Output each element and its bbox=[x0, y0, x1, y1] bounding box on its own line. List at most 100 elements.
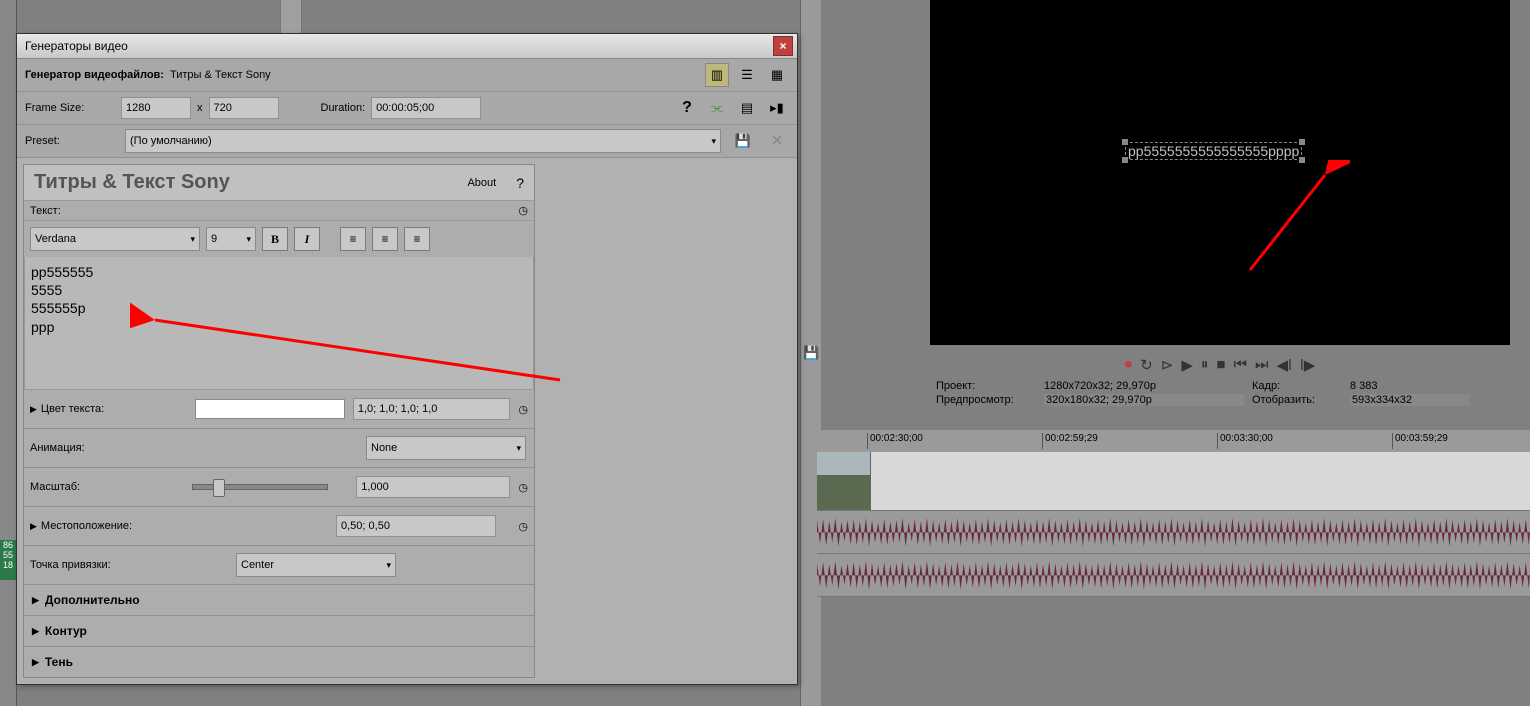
next-icon[interactable]: ⏭ bbox=[1255, 356, 1269, 374]
animation-dropdown[interactable]: None bbox=[366, 436, 526, 460]
audio-track-2[interactable] bbox=[817, 554, 1530, 597]
left-edge-strip: 865518 bbox=[0, 0, 17, 706]
anim-label: Анимация: bbox=[30, 442, 85, 454]
timeline bbox=[817, 452, 1530, 597]
preview-title-text[interactable]: pp5555555555555555pppp bbox=[1125, 142, 1302, 160]
extra-section[interactable]: ▶Дополнительно bbox=[24, 584, 534, 615]
color-label: Цвет текста: bbox=[41, 403, 104, 415]
resize-handle[interactable] bbox=[1122, 139, 1128, 145]
duration-label: Duration: bbox=[321, 102, 366, 114]
view-mode-2-icon[interactable]: ☰ bbox=[735, 63, 759, 87]
step-fwd-icon[interactable]: ǀ▶ bbox=[1300, 356, 1315, 374]
waveform bbox=[817, 558, 1530, 593]
italic-button[interactable]: I bbox=[294, 227, 320, 251]
resize-handle[interactable] bbox=[1299, 157, 1305, 163]
font-size-dropdown[interactable]: 9 bbox=[206, 227, 256, 251]
font-dropdown[interactable]: Verdana bbox=[30, 227, 200, 251]
dialog-title: Генераторы видео bbox=[25, 39, 773, 53]
color-value-input[interactable] bbox=[353, 398, 511, 420]
text-input-area[interactable]: pp555555 5555 555555p ppp bbox=[24, 257, 534, 390]
expand-icon[interactable]: ▶ bbox=[30, 521, 37, 532]
location-value-input[interactable] bbox=[336, 515, 496, 537]
align-center-icon[interactable]: ≡ bbox=[372, 227, 398, 251]
help-icon[interactable]: ? bbox=[675, 96, 699, 120]
view-mode-1-icon[interactable]: ▥ bbox=[705, 63, 729, 87]
scale-row: Масштаб: ◷ bbox=[24, 468, 534, 507]
panel-help-icon[interactable]: ? bbox=[516, 175, 524, 191]
color-swatch[interactable] bbox=[195, 399, 345, 419]
title-text-panel: Титры & Текст Sony About ? Текст: ◷ Verd… bbox=[23, 164, 535, 678]
frame-value: 8 383 bbox=[1350, 380, 1470, 392]
close-icon[interactable]: × bbox=[773, 36, 793, 56]
video-generator-dialog: Генераторы видео × Генератор видеофайлов… bbox=[16, 33, 798, 685]
resize-handle[interactable] bbox=[1299, 139, 1305, 145]
save-preset-icon[interactable]: 💾 bbox=[731, 129, 755, 153]
text-section-header: Текст: ◷ bbox=[24, 201, 534, 221]
frame-size-label: Frame Size: bbox=[25, 102, 115, 114]
video-track[interactable] bbox=[817, 452, 1530, 511]
height-input[interactable] bbox=[209, 97, 279, 119]
slider-thumb[interactable] bbox=[213, 479, 225, 497]
frame-label: Кадр: bbox=[1252, 380, 1342, 392]
align-right-icon[interactable]: ≡ bbox=[404, 227, 430, 251]
chain-icon[interactable]: ⫘ bbox=[705, 96, 729, 120]
step-back-icon[interactable]: ◀ǀ bbox=[1276, 356, 1291, 374]
panel-header: Титры & Текст Sony About ? bbox=[24, 165, 534, 201]
scale-value-input[interactable] bbox=[356, 476, 510, 498]
preset-dropdown[interactable]: (По умолчанию) bbox=[125, 129, 721, 153]
tool-icon-2[interactable]: ▸▮ bbox=[765, 96, 789, 120]
keyframe-icon[interactable]: ◷ bbox=[518, 520, 528, 533]
panel-title: Титры & Текст Sony bbox=[34, 171, 467, 194]
animation-row: Анимация: None bbox=[24, 429, 534, 468]
transport-controls: ⏺ ↻ ⊳ ▶ ⏸ ■ ⏮ ⏭ ◀ǀ ǀ▶ bbox=[930, 352, 1510, 378]
text-color-row: ▶ Цвет текста: ◷ bbox=[24, 390, 534, 429]
video-preview[interactable]: pp5555555555555555pppp bbox=[930, 0, 1510, 345]
project-label: Проект: bbox=[936, 380, 1036, 392]
play-icon[interactable]: ▶ bbox=[1181, 356, 1193, 374]
pause-icon[interactable]: ⏸ bbox=[1201, 356, 1209, 374]
ruler-tick: 00:03:30;00 bbox=[1217, 433, 1273, 449]
anchor-row: Точка привязки: Center bbox=[24, 546, 534, 584]
preview-value: 320x180x32; 29,970p bbox=[1044, 394, 1244, 406]
anchor-dropdown[interactable]: Center bbox=[236, 553, 396, 577]
preset-row: Preset: (По умолчанию) 💾 ✕ bbox=[17, 125, 797, 158]
text-label: Текст: bbox=[30, 205, 61, 217]
view-mode-3-icon[interactable]: ▦ bbox=[765, 63, 789, 87]
display-label: Отобразить: bbox=[1252, 394, 1342, 406]
align-left-icon[interactable]: ≡ bbox=[340, 227, 366, 251]
keyframe-icon[interactable]: ◷ bbox=[518, 403, 528, 416]
bold-button[interactable]: B bbox=[262, 227, 288, 251]
prev-icon[interactable]: ⏮ bbox=[1233, 356, 1247, 374]
frame-size-row: Frame Size: x Duration: ? ⫘ ▤ ▸▮ bbox=[17, 92, 797, 125]
ruler-tick: 00:02:30;00 bbox=[867, 433, 923, 449]
dialog-titlebar[interactable]: Генераторы видео × bbox=[17, 34, 797, 59]
shadow-section[interactable]: ▶Тень bbox=[24, 646, 534, 677]
audio-track-1[interactable] bbox=[817, 511, 1530, 554]
preview-label: Предпросмотр: bbox=[936, 394, 1036, 406]
tool-icon-1[interactable]: ▤ bbox=[735, 96, 759, 120]
play-start-icon[interactable]: ⊳ bbox=[1161, 356, 1174, 374]
width-input[interactable] bbox=[121, 97, 191, 119]
delete-preset-icon[interactable]: ✕ bbox=[765, 129, 789, 153]
keyframe-icon[interactable]: ◷ bbox=[518, 481, 528, 494]
resize-handle[interactable] bbox=[1122, 157, 1128, 163]
outline-section[interactable]: ▶Контур bbox=[24, 615, 534, 646]
timeline-ruler[interactable]: 00:02:30;0000:02:59;2900:03:30;0000:03:5… bbox=[817, 430, 1530, 453]
generator-row: Генератор видеофайлов: Титры & Текст Son… bbox=[17, 59, 797, 92]
clip-thumbnail[interactable] bbox=[817, 452, 871, 510]
vertical-tab-bg bbox=[280, 0, 302, 33]
scale-slider[interactable] bbox=[192, 484, 329, 490]
loop-icon[interactable]: ↻ bbox=[1140, 356, 1153, 374]
stop-icon[interactable]: ■ bbox=[1216, 356, 1225, 374]
record-icon[interactable]: ⏺ bbox=[1125, 356, 1133, 374]
anchor-label: Точка привязки: bbox=[30, 559, 111, 571]
duration-input[interactable] bbox=[371, 97, 481, 119]
preview-info: Проект: 1280x720x32; 29,970p Кадр: 8 383… bbox=[930, 378, 1522, 408]
left-cut-label: 865518 bbox=[0, 540, 16, 580]
about-link[interactable]: About bbox=[467, 177, 496, 189]
format-toolbar: Verdana 9 B I ≡ ≡ ≡ bbox=[24, 221, 534, 257]
keyframe-icon[interactable]: ◷ bbox=[518, 204, 528, 217]
display-value: 593x334x32 bbox=[1350, 394, 1470, 406]
expand-icon[interactable]: ▶ bbox=[30, 404, 37, 415]
save-snapshot-icon[interactable]: 💾 bbox=[803, 345, 819, 361]
